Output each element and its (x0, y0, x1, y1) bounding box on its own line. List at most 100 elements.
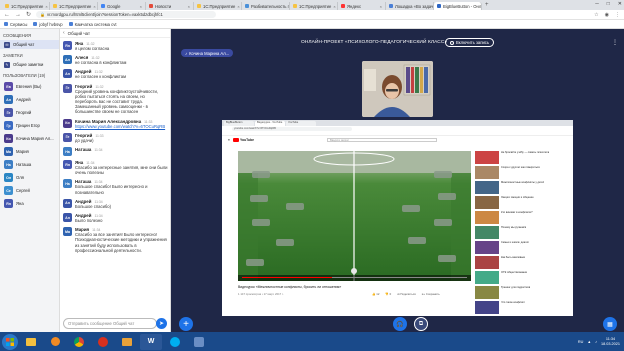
more-options-icon[interactable]: ⋮ (612, 39, 618, 46)
user-list-item[interactable]: Ки Кочина Мария Ал... (0, 132, 59, 145)
related-video-item: Семья и школа: диалог (475, 241, 569, 255)
explorer-taskbar-icon[interactable] (20, 334, 42, 350)
avatar: На (4, 160, 13, 169)
user-list-item[interactable]: Гр Грицин Егор (0, 119, 59, 132)
profile-icon[interactable]: ◉ (605, 12, 609, 18)
avatar: Ев (4, 82, 13, 91)
avatar: Ма (63, 227, 72, 237)
tab-favicon-icon (197, 4, 201, 8)
tab-favicon-icon (293, 4, 297, 8)
maximize-icon[interactable]: □ (607, 1, 610, 7)
browser-tab[interactable]: 1С:Предприятие × (50, 2, 98, 10)
tab-label: Новости (155, 3, 172, 9)
message-time: 11:33 (95, 133, 104, 138)
browser-tab[interactable]: 1С:Предприятие × (290, 2, 338, 10)
message-text: Спасибо за все занятия! Было интересно! … (75, 232, 167, 253)
user-list-item[interactable]: На Наташа (0, 158, 59, 171)
tab-close-icon[interactable]: × (380, 4, 382, 9)
actions-plus-button[interactable]: + (179, 317, 193, 331)
browser-tab[interactable]: Яндекс × (338, 2, 386, 10)
browser-tab[interactable]: Разбивательность пони× (242, 2, 290, 10)
shared-tab: BigBlueButton (224, 121, 254, 126)
browser-tab[interactable]: Лошадка «Во задачей Спр× (386, 2, 434, 10)
record-button[interactable]: Включить запись (445, 38, 495, 47)
1c-taskbar-icon[interactable] (92, 334, 114, 350)
skype-taskbar-icon[interactable] (164, 334, 186, 350)
tab-close-icon[interactable]: × (237, 4, 239, 9)
tab-close-icon[interactable]: × (333, 4, 335, 9)
star-icon[interactable]: ☆ (594, 12, 598, 18)
browser-tab[interactable]: 1С:Предприятие × (194, 2, 242, 10)
tab-close-icon[interactable]: × (140, 4, 142, 9)
shared-tab: YouTube (286, 121, 316, 126)
folder-taskbar-icon[interactable] (116, 334, 138, 350)
screenshare-view[interactable]: BigBlueButton Видеоурок - YouTube YouTube … (222, 120, 573, 316)
bookmark-item[interactable]: jobyf hvbsvp (33, 21, 63, 27)
screenshare-button[interactable]: ⧉ (414, 317, 428, 331)
video-title: Видеоурок «Межличностные конфликты, брос… (238, 285, 342, 289)
system-tray: RU ▲ ♪ 11:34 18.03.2021 (578, 337, 620, 346)
url-text: vr.mordgpu.ru/html5client/join?sessionTo… (47, 12, 163, 17)
chat-collapse-icon[interactable]: ‹ (63, 30, 65, 36)
presentation-area: ОНЛАЙН-ПРОЕКТ «ПСИХОЛОГО-ПЕДАГОГИЧЕСКИЙ … (171, 29, 624, 332)
user-list-item[interactable]: Ге Георгий (0, 106, 59, 119)
tab-favicon-icon (53, 4, 57, 8)
avatar: Ма (4, 147, 13, 156)
user-list-item[interactable]: Ан Андрей (0, 93, 59, 106)
related-video-title: Почему мы ругаемся (501, 226, 527, 229)
related-video-item: Почему мы ругаемся (475, 226, 569, 240)
back-icon[interactable]: ← (4, 12, 10, 18)
volume-icon[interactable]: ♪ (595, 340, 597, 344)
user-list-item[interactable]: Ол Оля (0, 171, 59, 184)
shared-tab: Видеоурок - YouTube (255, 121, 285, 126)
tab-close-icon[interactable]: × (93, 4, 95, 9)
start-button[interactable] (2, 333, 18, 350)
browser-tab[interactable]: Google × (98, 2, 146, 10)
bookmark-label: jobyf hvbsvp (39, 21, 63, 27)
app-taskbar-icon[interactable] (188, 334, 210, 350)
user-list-item[interactable]: Се Сергей (0, 184, 59, 197)
reload-icon[interactable]: ↻ (26, 11, 31, 18)
user-list-item[interactable]: Ма Мария (0, 145, 59, 158)
browser-tab[interactable]: Новости × (146, 2, 194, 10)
related-video-item: Межличностные конфликты у детей (475, 181, 569, 195)
related-video-title: Ссора с другом: как помириться (501, 166, 540, 169)
video-actions: 👍 12 👎 0 ➦ Поделиться ≡+ Сохранить (372, 292, 440, 296)
new-tab-button[interactable]: + (485, 2, 489, 8)
public-chat-item[interactable]: ✉ Общий чат (0, 40, 59, 49)
url-field[interactable]: 🔒 vr.mordgpu.ru/html5client/join?session… (36, 11, 217, 18)
bookmark-item[interactable]: Сервисы (4, 22, 27, 27)
webcam-video[interactable] (362, 61, 433, 117)
minimize-icon[interactable]: ─ (595, 1, 599, 7)
chrome-taskbar-icon[interactable] (68, 334, 90, 350)
youtube-label: YouTube (239, 137, 254, 142)
video-thumbnail (475, 211, 499, 224)
forward-icon[interactable]: → (15, 12, 21, 18)
bookmark-item[interactable]: Камчатка система cvt (68, 22, 117, 27)
shared-notes-item[interactable]: ✎ Общие заметки (0, 60, 59, 69)
chat-icon: ✉ (4, 41, 10, 48)
tab-close-icon[interactable]: × (45, 4, 47, 9)
close-window-icon[interactable]: ✕ (618, 1, 622, 7)
user-list-item[interactable]: Ев Евгения (Вы) (0, 80, 59, 93)
word-taskbar-icon[interactable]: W (140, 333, 162, 350)
avatar: Ан (63, 69, 72, 79)
message-link[interactable]: https://www.youtube.com/watch?v=6TOCuRqR… (75, 124, 168, 129)
user-list-item[interactable]: Ян Яна (0, 197, 59, 210)
related-video-item: Не бросайте учёбу — советы психолога (475, 151, 569, 165)
menu-icon[interactable]: ⋮ (615, 12, 620, 18)
browser-tab[interactable]: 1С:Предприятие × (2, 2, 50, 10)
chat-input[interactable]: Отправить сообщение Общий чат (63, 318, 157, 329)
media-player-taskbar-icon[interactable] (44, 334, 66, 350)
tab-close-icon[interactable]: × (188, 4, 190, 9)
message-author: Наташа (75, 147, 92, 153)
send-button[interactable]: ➤ (156, 318, 167, 329)
bookmark-icon (33, 22, 38, 26)
language-indicator[interactable]: RU (578, 340, 583, 344)
presenter-badge: ♪ Кочина Марина Ал... (181, 49, 234, 57)
browser-tab[interactable]: BigBlueButton - Онлайн× (434, 2, 482, 10)
layout-button[interactable]: ▦ (603, 317, 617, 331)
clock[interactable]: 11:34 18.03.2021 (601, 337, 620, 346)
audio-button[interactable]: 🎧 (393, 317, 407, 331)
network-icon[interactable]: ▲ (587, 340, 591, 344)
